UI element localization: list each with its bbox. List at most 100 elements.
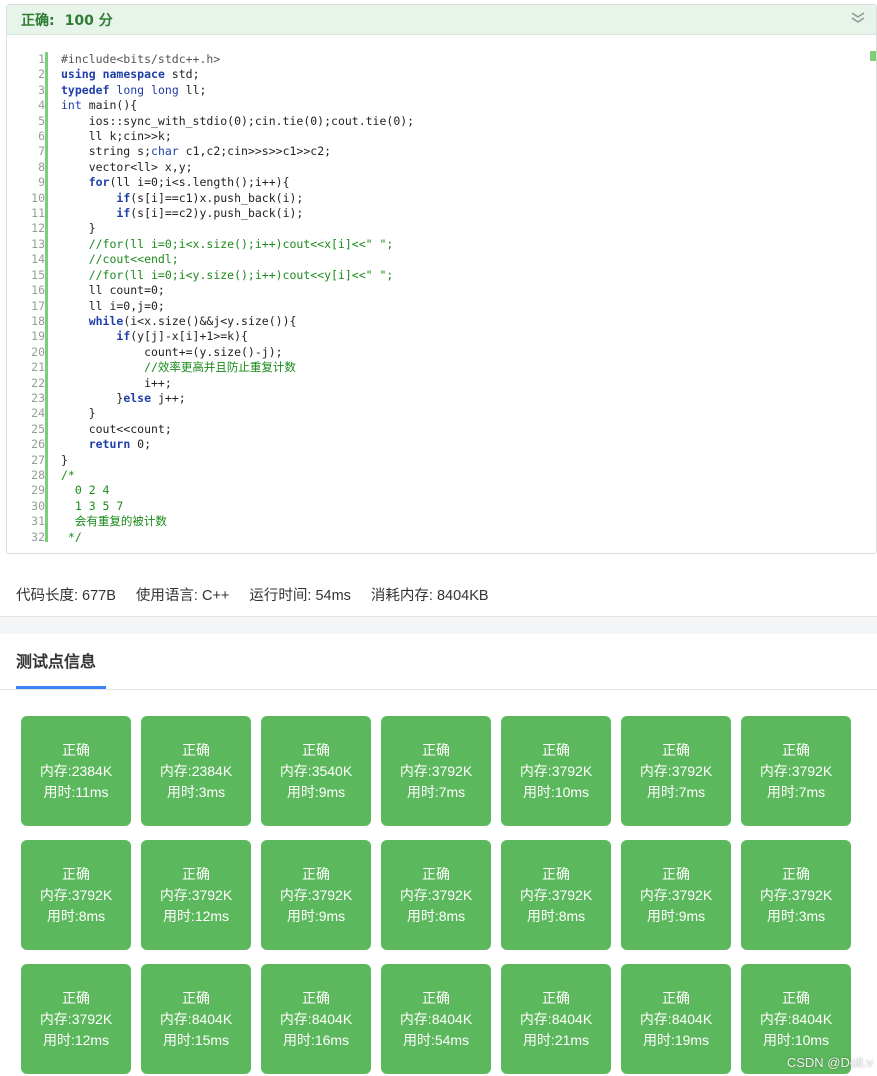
testcase-memory: 内存:3792K [399,887,473,903]
line-number: 17 [31,298,45,313]
testcase-card[interactable]: 正确内存:3792K 用时:7ms [381,716,491,826]
testcase-memory: 内存:8404K [279,1011,353,1027]
code-line: /* [61,467,75,482]
code-line: //cout<<endl; [61,252,179,267]
testcase-card[interactable]: 正确内存:3792K 用时:12ms [141,840,251,950]
testcase-memory: 内存:3792K [159,887,233,903]
testcase-card[interactable]: 正确内存:8404K 用时:21ms [501,964,611,1074]
testcase-card[interactable]: 正确 内存:2384K 用时:3ms [141,716,251,826]
testcase-status: 正确 [422,742,450,758]
code-line: #include<bits/stdc++.h> [61,52,221,66]
result-card: 正确: 100 分 1 2 3 4 5 6 7 8 9 10 11 12 13 14 15 16 17 18 19 2… [6,4,877,554]
chevron-double-down-icon[interactable] [850,11,866,25]
code-line: using namespace std; [61,67,200,82]
line-number: 15 [31,267,45,282]
testcase-card[interactable]: 正确 内存:3792K 用时:7ms [741,716,851,826]
status-label: 正确: [21,12,55,29]
testcase-card[interactable]: 正确 内存:3792K 用时:8ms [21,840,131,950]
testcase-memory: 内存:3792K [39,1011,113,1027]
testcase-card[interactable]: 正确 内存:3792K 用时:3ms [741,840,851,950]
testcase-time: 用时:54ms [402,1032,470,1048]
line-number: 20 [31,344,45,359]
line-number-gutter: 1 2 3 4 5 6 7 8 9 10 11 12 13 14 15 16 17 18 19 20 21 22 23 24 2… [7,52,45,545]
testcase-card[interactable]: 正确 内存:3792K 用时:9ms [261,840,371,950]
line-number: 27 [31,452,45,467]
testcase-card[interactable]: 正确内存:8404K 用时:54ms [381,964,491,1074]
testcase-time: 用时:3ms [166,784,226,800]
testcase-status: 正确 [182,990,210,1006]
code-line: i++; [61,375,172,390]
testcase-status: 正确 [542,990,570,1006]
line-number: 4 [38,98,45,113]
watermark: CSDN @Doll.v [786,1055,873,1070]
testcase-status: 正确 [62,742,90,758]
language: 使用语言: C++ [135,588,230,604]
testcase-status: 正确 [182,866,210,882]
testcase-card[interactable]: 正确 内存:3540K 用时:9ms [261,716,371,826]
code-line: if(s[i]==c2)y.push_back(i); [116,206,304,221]
code-line: int main(){ [61,98,138,113]
testcase-time: 用时:7ms [646,784,706,800]
line-number: 12 [31,221,45,236]
testcase-memory: 内存:8404K [399,1011,473,1027]
testcase-card[interactable]: 正确 内存:8404K 用时:19ms [621,964,731,1074]
testcase-time: 用时:9ms [286,908,346,924]
line-number: 14 [31,252,45,267]
code-line: } [61,452,68,467]
testcase-memory: 内存:3792K [39,887,113,903]
testcase-time: 用时:12ms [162,908,230,924]
testcase-card[interactable]: 正确内存:3792K 用时:10ms [501,716,611,826]
testcase-memory: 内存:3792K [519,763,593,779]
testcase-card[interactable]: 正确 内存:8404K 用时:16ms [261,964,371,1074]
testcase-time: 用时:7ms [406,784,466,800]
line-number: 5 [38,113,45,128]
testcase-memory: 内存:3540K [279,763,353,779]
testcase-time: 用时:10ms [762,1032,830,1048]
code-line: ll i=0,j=0; [61,298,165,313]
code-line: 1 3 5 7 [61,498,124,513]
testcase-memory: 内存:8404K [759,1011,833,1027]
testcase-card[interactable]: 正确 内存:3792K 用时:9ms [621,840,731,950]
tab-testcase-info[interactable]: 测试点信息 [16,648,96,672]
testcase-time: 用时:12ms [42,1032,110,1048]
line-number: 9 [38,175,45,190]
line-number: 21 [31,360,45,375]
testcase-card[interactable]: 正确 内存:3792K 用时:8ms [381,840,491,950]
testcase-card[interactable]: 正确 内存:3792K 用时:8ms [501,840,611,950]
testcase-status: 正确 [182,742,210,758]
testcase-status: 正确 [782,866,810,882]
code-line: ll count=0; [61,283,165,298]
code-line: typedef long long ll; [61,82,207,97]
line-number: 18 [31,313,45,328]
code-line: return 0; [88,437,152,452]
code-line: count+=(y.size()-j); [61,344,283,359]
testcase-time: 用时:11ms [43,784,109,800]
testcase-time: 用时:7ms [766,784,826,800]
code-line: string s;char c1,c2;cin>>s>>c1>>c2; [61,144,332,159]
testcase-memory: 内存:8404K [519,1011,593,1027]
line-number: 22 [31,375,45,390]
code-line: 0 2 4 [61,483,110,498]
code-line: 会有重复的被计数 [61,514,167,529]
section-divider [0,616,877,634]
testcase-memory: 内存:3792K [399,763,473,779]
result-header[interactable]: 正确: 100 分 [7,5,876,35]
testcase-card[interactable]: 正确 内存:2384K 用时:11ms [21,716,131,826]
line-number: 29 [31,483,45,498]
testcase-time: 用时:16ms [282,1032,350,1048]
testcase-card[interactable]: 正确 内存:3792K 用时:7ms [621,716,731,826]
testcase-time: 用时:10ms [522,784,590,800]
testcase-time: 用时:21ms [522,1032,590,1048]
code-line: //for(ll i=0;i<x.size();i++)cout<<x[i]<<… [61,236,394,251]
testcase-memory: 内存:3792K [759,887,833,903]
submission-stats: 代码长度: 677B 使用语言: C++ 运行时间: 54ms 消耗内存: 84… [16,584,489,605]
line-number: 1 [38,52,45,66]
testcase-status: 正确 [422,990,450,1006]
testcase-time: 用时:15ms [162,1032,230,1048]
testcase-card[interactable]: 正确 内存:8404K 用时:15ms [141,964,251,1074]
testcase-card[interactable]: 正确 内存:3792K 用时:12ms [21,964,131,1074]
testcase-status: 正确 [542,866,570,882]
testcase-time: 用时:9ms [286,784,346,800]
testcase-status: 正确 [782,742,810,758]
testcase-status: 正确 [542,742,570,758]
